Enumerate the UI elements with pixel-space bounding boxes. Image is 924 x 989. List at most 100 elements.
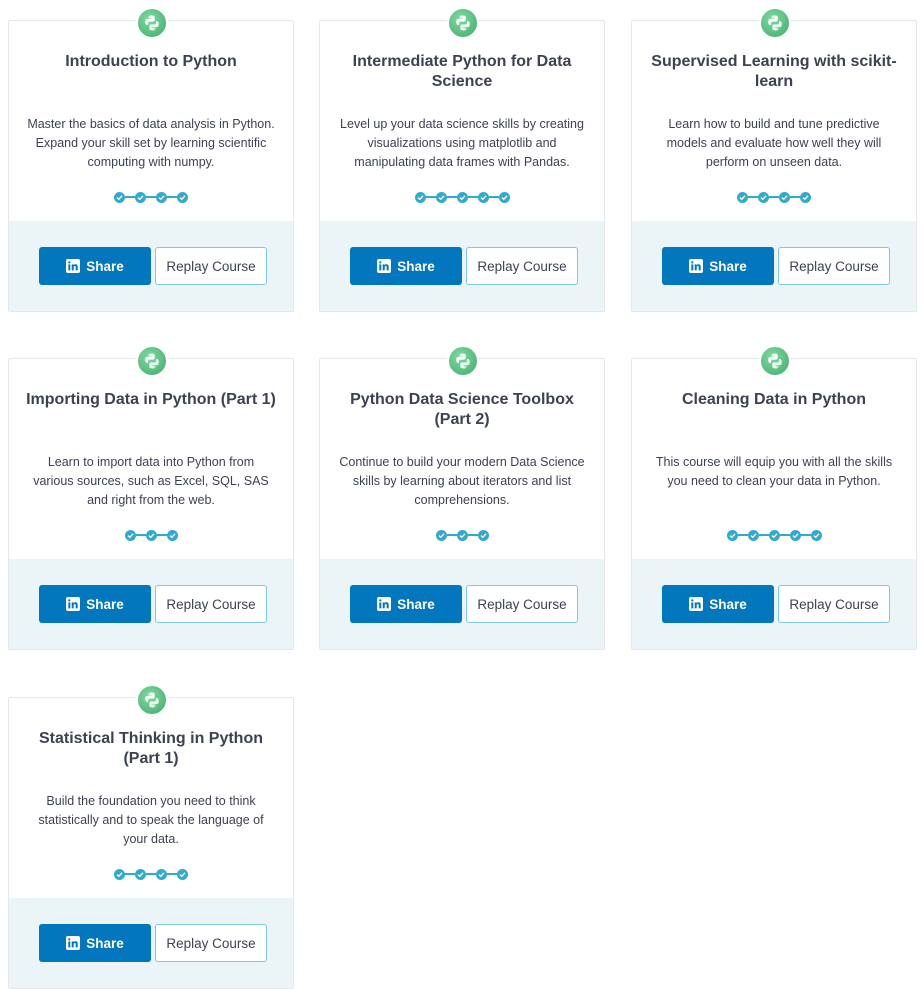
course-title: Python Data Science Toolbox (Part 2) [350,391,574,428]
course-description: Learn to import data into Python from va… [33,455,269,507]
chapter-complete-check-icon [737,191,748,203]
course-title: Supervised Learning with scikit-learn [651,53,897,90]
progress-connector [446,196,457,198]
share-button-label: Share [86,935,124,951]
course-title: Cleaning Data in Python [681,391,866,408]
progress-connector [467,534,478,536]
chapter-complete-check-icon [810,529,822,541]
progress-connector [425,196,436,198]
course-description: This course will equip you with all the … [655,455,893,488]
python-logo-icon [136,7,168,39]
chapter-complete-check-icon [135,868,146,880]
replay-course-button[interactable]: Replay Course [155,585,267,623]
progress-connector [758,534,769,536]
python-logo-icon [759,7,791,39]
progress-connector [167,196,177,198]
linkedin-icon [66,936,81,950]
chapter-complete-check-icon [456,529,468,541]
progress-connector [167,873,177,875]
python-logo-icon [447,7,479,39]
course-description: Continue to build your modern Data Scien… [339,455,585,507]
card-footer: Share Replay Course [632,559,916,649]
replay-course-button[interactable]: Replay Course [778,247,890,285]
card-footer: Share Replay Course [9,559,293,649]
linkedin-icon [377,259,392,273]
replay-course-button[interactable]: Replay Course [155,924,267,962]
replay-course-button[interactable]: Replay Course [466,585,578,623]
chapter-complete-check-icon [114,868,125,880]
progress-connector [467,196,478,198]
chapter-progress [632,527,916,543]
linkedin-icon [689,259,704,273]
course-description: Learn how to build and tune predictive m… [666,117,882,169]
progress-connector [488,196,499,198]
progress-connector [790,196,800,198]
progress-connector [769,196,779,198]
course-card: Python Data Science Toolbox (Part 2) Cont… [319,345,605,650]
chapter-complete-check-icon [435,529,447,541]
chapter-complete-check-icon [156,191,167,203]
progress-connector [135,534,146,536]
course-card: Intermediate Python for Data Science Leve… [319,7,605,312]
course-title: Statistical Thinking in Python (Part 1) [38,730,263,767]
share-button[interactable]: Share [39,924,151,962]
chapter-complete-check-icon [156,868,167,880]
share-button-label: Share [397,596,435,612]
replay-course-button[interactable]: Replay Course [155,247,267,285]
share-button-label: Share [86,596,124,612]
share-button[interactable]: Share [350,585,462,623]
share-button[interactable]: Share [350,247,462,285]
chapter-complete-check-icon [124,529,136,541]
chapter-complete-check-icon [758,191,769,203]
chapter-complete-check-icon [114,191,125,203]
chapter-complete-check-icon [145,529,157,541]
chapter-progress [632,189,916,205]
progress-connector [125,873,135,875]
course-card: Introduction to Python Master the basics … [8,7,294,312]
card-footer: Share Replay Course [320,221,604,311]
chapter-complete-check-icon [726,529,738,541]
chapter-complete-check-icon [435,191,447,203]
linkedin-icon [66,597,81,611]
replay-course-button[interactable]: Replay Course [466,247,578,285]
chapter-complete-check-icon [498,191,510,203]
chapter-complete-check-icon [135,191,146,203]
card-footer: Share Replay Course [632,221,916,311]
progress-connector [125,196,135,198]
python-logo-icon [447,345,479,377]
progress-connector [748,196,758,198]
python-logo-icon [136,345,168,377]
share-button[interactable]: Share [662,585,774,623]
progress-connector [156,534,167,536]
progress-connector [737,534,748,536]
share-button[interactable]: Share [39,585,151,623]
linkedin-icon [377,597,392,611]
course-description: Build the foundation you need to think s… [38,794,264,846]
course-title: Introduction to Python [65,53,237,70]
progress-connector [446,534,457,536]
chapter-complete-check-icon [177,191,188,203]
python-logo-icon [136,684,168,716]
progress-connector [146,873,156,875]
course-description: Level up your data science skills by cre… [340,117,584,169]
chapter-complete-check-icon [779,191,790,203]
chapter-complete-check-icon [456,191,468,203]
share-button-label: Share [86,258,124,274]
share-button-label: Share [397,258,435,274]
share-button-label: Share [709,596,747,612]
chapter-progress [9,527,293,543]
share-button-label: Share [709,258,747,274]
chapter-complete-check-icon [747,529,759,541]
share-button[interactable]: Share [662,247,774,285]
chapter-complete-check-icon [768,529,780,541]
card-footer: Share Replay Course [320,559,604,649]
course-card: Statistical Thinking in Python (Part 1) B… [8,684,294,989]
linkedin-icon [689,597,704,611]
progress-connector [146,196,156,198]
share-button[interactable]: Share [39,247,151,285]
course-card: Importing Data in Python (Part 1) Learn t… [8,345,294,650]
chapter-progress [320,527,604,543]
chapter-complete-check-icon [177,868,188,880]
replay-course-button[interactable]: Replay Course [778,585,890,623]
card-footer: Share Replay Course [9,221,293,311]
